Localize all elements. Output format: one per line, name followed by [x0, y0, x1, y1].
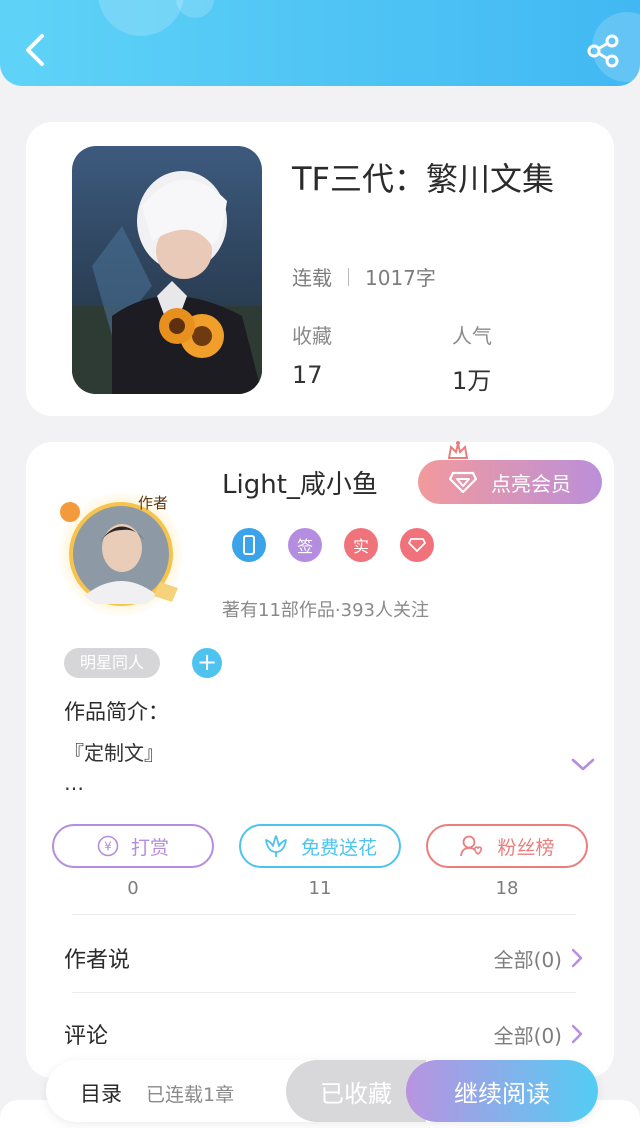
comments-link[interactable]: 全部(0)	[494, 1020, 584, 1049]
sign-icon[interactable]: 签	[288, 528, 322, 562]
book-status-row: 连载 1017字	[292, 262, 436, 291]
author-badges: 签 实	[232, 528, 434, 562]
crown-icon	[447, 441, 469, 459]
book-info-card: TF三代：繁川文集 连载 1017字 收藏 17 人气 1万	[26, 122, 614, 416]
chevron-right-icon	[571, 1024, 583, 1044]
author-notes-row[interactable]: 作者说 全部(0)	[64, 938, 584, 978]
send-flower-button[interactable]: 免费送花	[239, 824, 401, 868]
share-icon[interactable]	[586, 34, 620, 68]
verified-badge-text: 实	[352, 537, 369, 556]
yen-icon: ¥	[97, 835, 119, 857]
chevron-down-icon[interactable]	[570, 754, 596, 774]
bottom-action-bar: 目录 已连载1章 已收藏 继续阅读	[46, 1060, 598, 1122]
top-header	[0, 0, 640, 86]
chevron-left-icon[interactable]	[18, 30, 54, 70]
collected-label: 已收藏	[320, 1079, 392, 1108]
header-bubble	[98, 0, 184, 36]
comments-row[interactable]: 评论 全部(0)	[64, 1014, 584, 1054]
book-cover-image[interactable]	[72, 146, 262, 394]
fan-icon	[459, 834, 485, 858]
avatar-author-badge: 作者	[138, 494, 168, 512]
author-meta: 著有11部作品·393人关注	[222, 600, 429, 621]
intro-line: 『定制文』	[64, 741, 164, 765]
word-count: 1017字	[365, 266, 436, 290]
phone-icon[interactable]	[232, 528, 266, 562]
author-name[interactable]: Light_咸小鱼	[222, 464, 378, 501]
collected-button[interactable]: 已收藏	[286, 1060, 426, 1122]
divider	[72, 914, 576, 915]
divider	[72, 992, 576, 993]
activate-vip-button[interactable]: 点亮会员	[418, 460, 602, 504]
fan-ranking-button[interactable]: 粉丝榜	[426, 824, 588, 868]
continue-reading-button[interactable]: 继续阅读	[406, 1060, 598, 1122]
author-notes-all: 全部(0)	[493, 947, 562, 972]
tip-button[interactable]: ¥ 打赏	[52, 824, 214, 868]
author-notes-link[interactable]: 全部(0)	[494, 944, 584, 973]
fan-count: 18	[495, 878, 519, 899]
svg-text:¥: ¥	[104, 840, 112, 854]
comments-title: 评论	[64, 1024, 109, 1049]
favorites-value: 17	[292, 361, 323, 389]
author-detail-card: 作者 Light_咸小鱼 点亮会员 签 实 著有11部作品·393人关注 明星同…	[26, 441, 614, 1078]
favorites-label: 收藏	[292, 324, 332, 348]
diamond-icon[interactable]	[400, 528, 434, 562]
flower-icon	[263, 834, 289, 858]
add-tag-button[interactable]: +	[192, 648, 222, 678]
favorites-stat: 收藏 17	[292, 320, 332, 389]
diamond-icon	[449, 471, 477, 493]
send-flower-label: 免费送花	[300, 836, 377, 859]
table-of-contents-button[interactable]: 目录	[80, 1078, 122, 1108]
header-bubble	[176, 0, 214, 18]
sign-badge-text: 签	[296, 537, 313, 556]
verified-icon[interactable]: 实	[344, 528, 378, 562]
continue-reading-label: 继续阅读	[454, 1079, 550, 1108]
flower-count: 11	[308, 878, 332, 899]
author-avatar[interactable]: 作者	[56, 486, 186, 616]
chevron-right-icon	[571, 948, 583, 968]
intro-label: 作品简介：	[64, 700, 169, 724]
tip-count: 0	[127, 878, 139, 899]
genre-tag[interactable]: 明星同人	[64, 648, 161, 678]
popularity-stat: 人气 1万	[452, 320, 492, 396]
popularity-label: 人气	[452, 324, 492, 348]
divider	[348, 267, 349, 286]
vip-button-label: 点亮会员	[491, 471, 571, 496]
popularity-value: 1万	[452, 367, 492, 395]
tip-label: 打赏	[130, 836, 169, 859]
serial-status: 连载	[292, 266, 332, 290]
chapter-count: 已连载1章	[146, 1084, 235, 1106]
book-title: TF三代：繁川文集	[292, 160, 554, 198]
author-notes-title: 作者说	[64, 948, 131, 973]
comments-all: 全部(0)	[493, 1023, 562, 1048]
intro-text: 『定制文』 …	[64, 738, 164, 798]
intro-line: …	[64, 771, 84, 795]
fan-ranking-label: 粉丝榜	[497, 836, 555, 859]
